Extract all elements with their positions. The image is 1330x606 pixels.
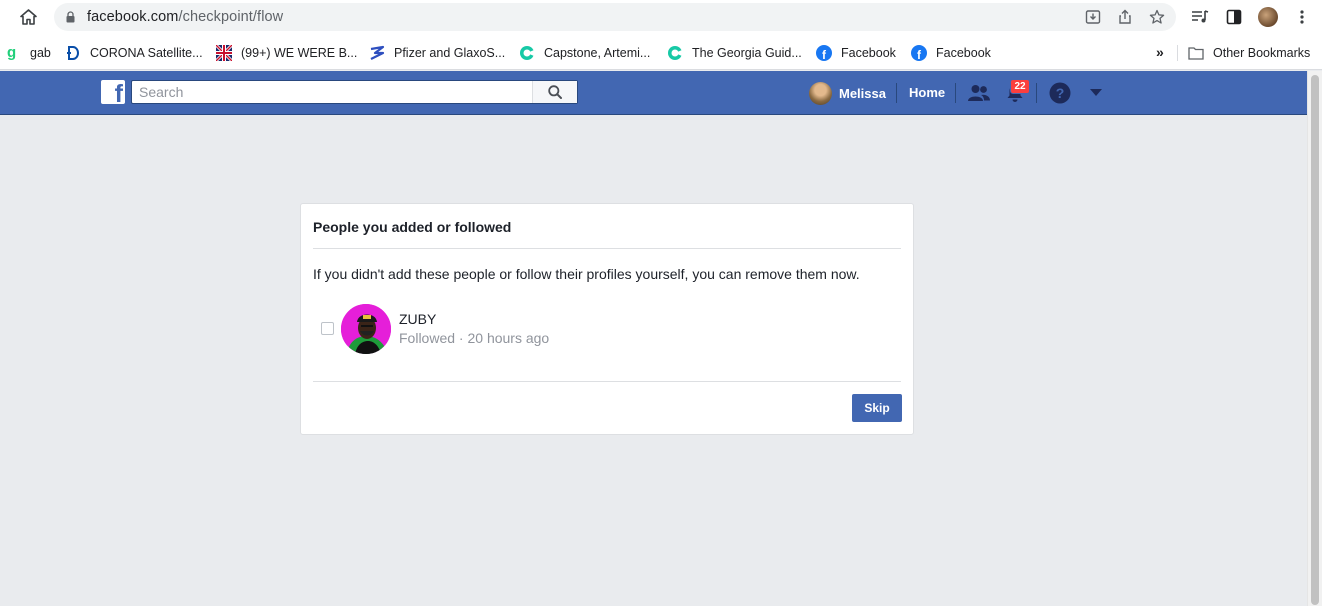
search-box (131, 80, 578, 104)
bookmark-divider (1177, 45, 1178, 61)
list-item: ZUBY Followed · 20 hours ago (313, 302, 901, 356)
bookmark-pfizer[interactable]: Pfizer and GlaxoS... (369, 44, 505, 62)
browser-toolbar: facebook.com/checkpoint/flow (0, 0, 1330, 35)
nav-divider (896, 83, 897, 103)
svg-text:?: ? (1056, 85, 1065, 101)
side-panel-icon[interactable] (1224, 7, 1244, 27)
bookmark-label: Facebook (841, 46, 896, 60)
search-button[interactable] (532, 81, 577, 103)
url-text: facebook.com/checkpoint/flow (87, 9, 284, 25)
search-icon (548, 85, 562, 99)
bookmark-label: (99+) WE WERE B... (241, 46, 358, 60)
facebook-logo[interactable]: f (101, 80, 125, 104)
notification-count-badge: 22 (1010, 79, 1030, 94)
address-bar[interactable]: facebook.com/checkpoint/flow (54, 3, 1176, 31)
georgia-icon (667, 45, 683, 61)
user-name: Melissa (839, 85, 886, 101)
star-icon[interactable] (1148, 8, 1166, 26)
facebook-header: f Melissa Home 22 ? (0, 71, 1307, 115)
other-bookmarks-folder[interactable]: Other Bookmarks (1188, 44, 1310, 62)
lock-icon (66, 11, 75, 23)
search-input[interactable] (132, 81, 532, 103)
dialog-description: If you didn't add these people or follow… (313, 266, 860, 282)
bookmark-facebook-2[interactable]: f Facebook (911, 44, 991, 62)
avatar[interactable] (341, 304, 391, 354)
svg-text:g: g (7, 45, 16, 61)
profile-link[interactable]: Melissa (809, 81, 886, 105)
bookmark-label: Capstone, Artemi... (544, 46, 651, 60)
divider (313, 381, 901, 382)
select-checkbox[interactable] (321, 322, 334, 335)
media-control-icon[interactable] (1190, 7, 1210, 27)
bookmarks-bar: g gab CORONA Satellite... (99+) WE WERE … (0, 35, 1330, 70)
background-window-edge (1322, 58, 1330, 606)
people-added-dialog: People you added or followed If you didn… (300, 203, 914, 435)
nav-divider (1036, 83, 1037, 103)
home-link[interactable]: Home (909, 85, 945, 100)
nav-divider (955, 83, 956, 103)
more-bookmarks-chevron[interactable]: » (1156, 44, 1164, 60)
other-bookmarks-label: Other Bookmarks (1213, 46, 1311, 60)
pfizer-icon (369, 45, 385, 61)
bookmark-label: gab (30, 46, 51, 60)
facebook-icon: f (911, 45, 927, 61)
gab-icon: g (5, 45, 21, 61)
divider (313, 248, 901, 249)
home-icon[interactable] (18, 8, 38, 26)
facebook-icon: f (816, 45, 832, 61)
install-icon[interactable] (1084, 8, 1102, 26)
bookmark-gab[interactable]: g gab (5, 44, 51, 62)
scroll-thumb[interactable] (1311, 75, 1319, 605)
dialog-title: People you added or followed (313, 219, 512, 235)
account-menu-caret-icon[interactable] (1084, 81, 1108, 105)
avatar (809, 81, 832, 105)
bookmark-label: Facebook (936, 46, 991, 60)
friend-requests-icon[interactable] (967, 81, 991, 105)
skip-button[interactable]: Skip (852, 394, 902, 422)
bookmark-facebook-1[interactable]: f Facebook (816, 44, 896, 62)
flag-icon (216, 45, 232, 61)
kebab-menu-icon[interactable] (1292, 7, 1312, 27)
capstone-icon (519, 45, 535, 61)
share-icon[interactable] (1116, 8, 1134, 26)
bookmark-corona[interactable]: CORONA Satellite... (65, 44, 203, 62)
corona-icon (65, 45, 81, 61)
page-scrollbar[interactable] (1307, 71, 1322, 606)
bookmark-label: The Georgia Guid... (692, 46, 802, 60)
browser-profile-avatar[interactable] (1258, 7, 1278, 27)
person-name[interactable]: ZUBY (399, 311, 436, 327)
person-status: Followed · 20 hours ago (399, 330, 550, 346)
folder-icon (1188, 45, 1204, 61)
bookmark-capstone[interactable]: Capstone, Artemi... (519, 44, 650, 62)
help-icon[interactable]: ? (1048, 81, 1072, 105)
bookmark-label: CORONA Satellite... (90, 46, 203, 60)
bookmark-we-were[interactable]: (99+) WE WERE B... (216, 44, 357, 62)
bookmark-label: Pfizer and GlaxoS... (394, 46, 506, 60)
bookmark-georgia[interactable]: The Georgia Guid... (667, 44, 802, 62)
